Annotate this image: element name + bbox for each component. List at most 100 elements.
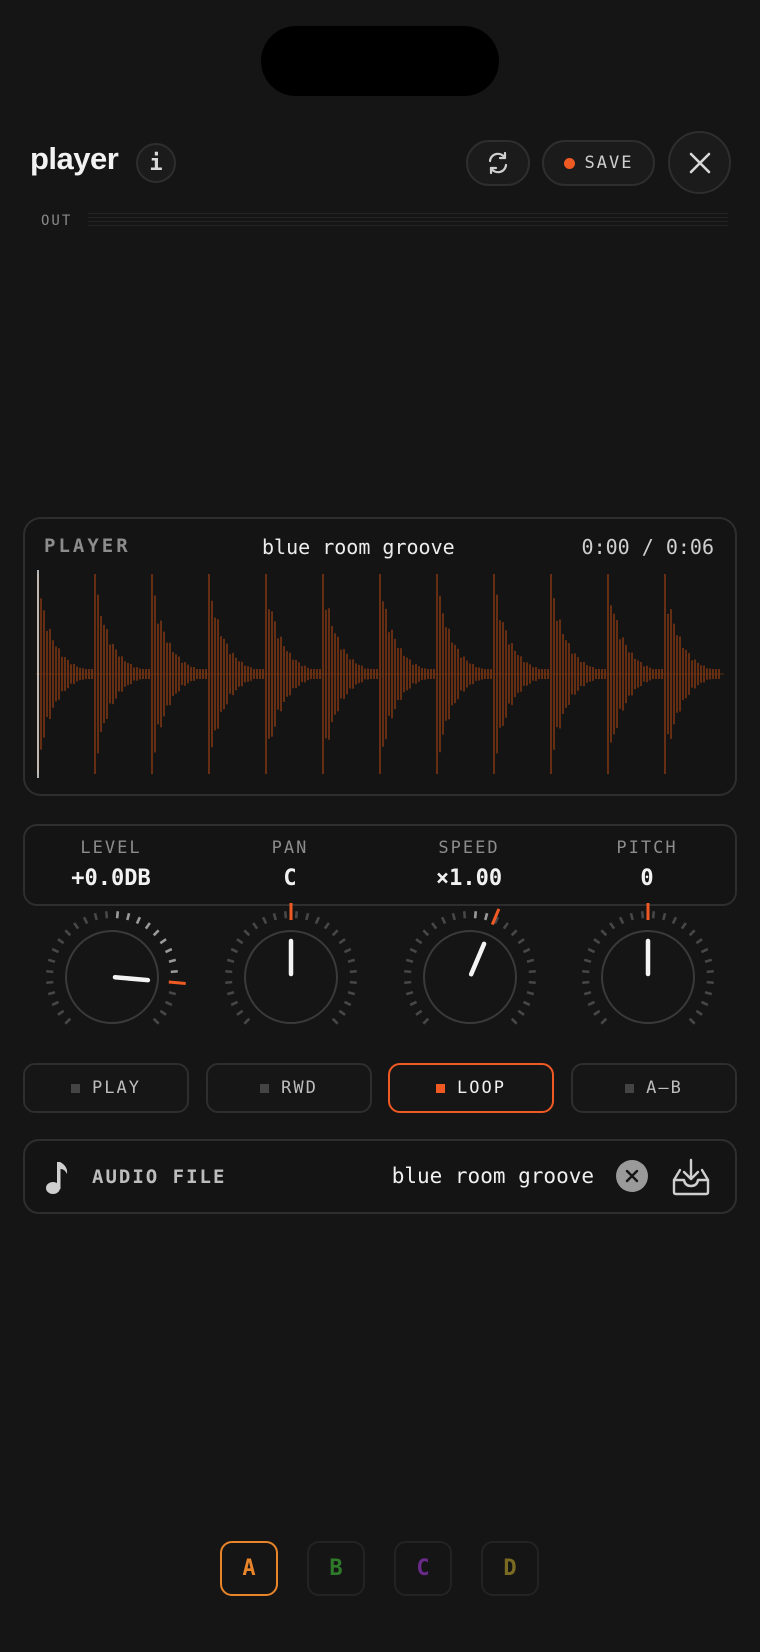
- knob-tick: [314, 916, 321, 925]
- pitch-knob[interactable]: [573, 902, 723, 1052]
- knob-tick: [305, 912, 310, 921]
- knob-tick: [349, 980, 357, 985]
- knob-tick: [347, 991, 356, 996]
- knob-tick: [404, 980, 412, 985]
- knob-tick: [688, 929, 696, 937]
- knob-tick: [64, 1017, 72, 1025]
- audio-file-label: AUDIO FILE: [92, 1166, 227, 1188]
- play-label: PLAY: [92, 1078, 141, 1098]
- slot-d-button[interactable]: D: [481, 1541, 539, 1596]
- knob-tick: [618, 916, 625, 925]
- knob-tick: [704, 991, 713, 996]
- knob-tick: [93, 912, 98, 921]
- rewind-button[interactable]: RWD: [206, 1063, 372, 1113]
- param-value: +0.0DB: [71, 866, 151, 891]
- clear-file-button[interactable]: [616, 1160, 648, 1192]
- knob-tick: [343, 1000, 352, 1007]
- pan-knob[interactable]: [216, 902, 366, 1052]
- knob-tick: [261, 916, 268, 925]
- knob-tick: [243, 929, 251, 937]
- knob-tick: [338, 1009, 346, 1016]
- slot-a-button[interactable]: A: [220, 1541, 278, 1596]
- player-track-name: blue room groove: [262, 535, 455, 559]
- info-button[interactable]: i: [136, 143, 176, 183]
- knob-tick: [704, 958, 713, 963]
- close-button[interactable]: [668, 131, 731, 194]
- knob-tick: [226, 991, 235, 996]
- knob-tick: [152, 929, 160, 937]
- ab-button[interactable]: A–B: [571, 1063, 737, 1113]
- knob-tick: [422, 1017, 430, 1025]
- knob-tick: [51, 947, 60, 954]
- param-pitch: PITCH 0: [557, 838, 737, 891]
- knob-tick: [473, 911, 478, 919]
- knob-tick: [510, 1017, 518, 1025]
- knob-tick: [671, 916, 678, 925]
- knob-tick: [331, 1017, 339, 1025]
- knob-tick: [440, 916, 447, 925]
- loop-label: LOOP: [457, 1078, 506, 1098]
- knob-tick: [688, 1017, 696, 1025]
- waveform[interactable]: [36, 568, 724, 780]
- knob-tick: [405, 991, 414, 996]
- param-value: 0: [640, 866, 654, 891]
- knob-tick: [415, 1009, 423, 1016]
- knob-tick: [526, 991, 535, 996]
- status-indicator-icon: [71, 1083, 81, 1093]
- play-button[interactable]: PLAY: [23, 1063, 189, 1113]
- speed-knob[interactable]: [395, 902, 545, 1052]
- knob-tick: [144, 922, 151, 930]
- save-button[interactable]: SAVE: [542, 140, 655, 186]
- param-label: LEVEL: [80, 838, 142, 858]
- knob-body: [65, 930, 159, 1024]
- ab-label: A–B: [646, 1078, 683, 1098]
- knob-tick: [502, 922, 509, 930]
- knob-tick: [695, 938, 703, 945]
- slot-c-button[interactable]: C: [394, 1541, 452, 1596]
- knob-tick: [51, 1000, 60, 1007]
- knob-tick: [164, 947, 173, 954]
- knob-tick: [600, 929, 608, 937]
- knob-tick: [510, 929, 518, 937]
- knob-tick: [349, 969, 357, 974]
- knob-tick: [230, 947, 239, 954]
- param-speed: SPEED ×1.00: [379, 838, 559, 891]
- knob-tick: [522, 1000, 531, 1007]
- knob-tick: [462, 911, 467, 919]
- knob-marker: [168, 980, 186, 985]
- knob-tick: [347, 958, 356, 963]
- knob-tick: [587, 1000, 596, 1007]
- audio-file-name: blue room groove: [391, 1164, 594, 1188]
- loop-button[interactable]: LOOP: [388, 1063, 554, 1113]
- level-knob[interactable]: [37, 902, 187, 1052]
- knob-tick: [104, 911, 109, 919]
- knob-tick: [64, 929, 72, 937]
- knob-tick: [225, 969, 233, 974]
- knob-tick: [236, 938, 244, 945]
- sync-button[interactable]: [466, 140, 530, 186]
- music-note-icon: [46, 1162, 68, 1194]
- close-icon: [689, 152, 710, 173]
- knob-tick: [451, 912, 456, 921]
- knob-tick: [695, 1009, 703, 1016]
- knob-tick: [343, 947, 352, 954]
- knob-tick: [225, 980, 233, 985]
- knob-tick: [135, 916, 142, 925]
- knob-tick: [226, 958, 235, 963]
- knob-tick: [706, 980, 714, 985]
- import-tray-icon[interactable]: [670, 1156, 712, 1198]
- knob-tick: [243, 1017, 251, 1025]
- knob-tick: [283, 911, 288, 919]
- camera-notch: [261, 26, 499, 96]
- save-label: SAVE: [584, 153, 634, 173]
- knob-tick: [73, 922, 80, 930]
- slot-b-button[interactable]: B: [307, 1541, 365, 1596]
- status-indicator-icon: [625, 1083, 635, 1093]
- param-pan: PAN C: [200, 838, 380, 891]
- knob-tick: [126, 912, 131, 921]
- refresh-icon: [488, 151, 508, 175]
- param-label: PAN: [271, 838, 309, 858]
- unsaved-dot-icon: [563, 157, 575, 169]
- knob-pointer: [112, 975, 151, 983]
- knob-tick: [517, 1009, 525, 1016]
